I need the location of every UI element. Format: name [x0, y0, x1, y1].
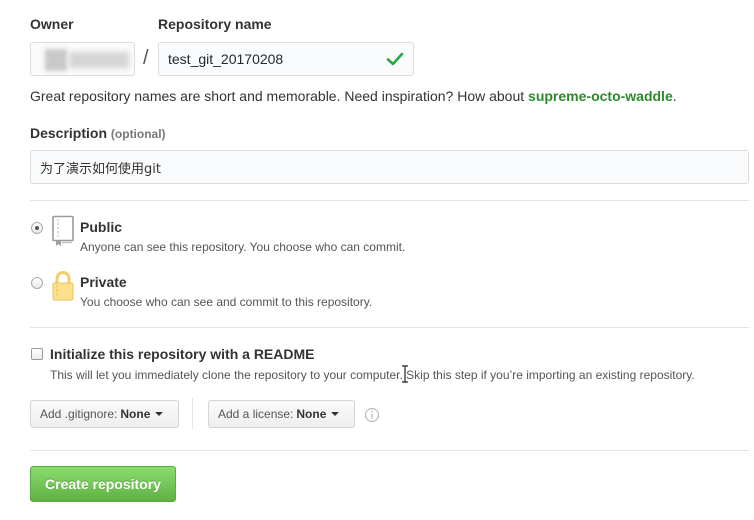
readme-checkbox[interactable] [31, 348, 43, 360]
hint-text: Great repository names are short and mem… [30, 88, 529, 104]
gitignore-dropdown[interactable]: Add .gitignore: None [30, 400, 179, 428]
private-option-title: Private [80, 274, 127, 290]
chevron-down-icon [155, 412, 164, 416]
lock-icon [52, 271, 74, 301]
divider [30, 327, 749, 328]
readme-option-description: This will let you immediately clone the … [50, 368, 695, 382]
private-option-description: You choose who can see and commit to thi… [80, 295, 373, 309]
divider [30, 200, 749, 201]
readme-option-title: Initialize this repository with a README [50, 346, 315, 362]
private-radio[interactable] [31, 277, 43, 289]
gitignore-value: None [120, 407, 151, 421]
description-label-text: Description [30, 125, 108, 141]
gitignore-prefix: Add .gitignore: [40, 407, 118, 421]
owner-label: Owner [30, 16, 74, 32]
hint-suffix: . [672, 88, 677, 104]
divider [30, 450, 749, 451]
license-dropdown[interactable]: Add a license: None [208, 400, 355, 428]
chevron-down-icon [331, 412, 340, 416]
repository-name-hint: Great repository names are short and mem… [30, 88, 677, 104]
info-icon[interactable] [364, 407, 380, 423]
repository-name-label: Repository name [158, 16, 272, 32]
description-label: Description (optional) [30, 125, 166, 141]
owner-name-redacted [69, 52, 129, 68]
license-value: None [296, 407, 327, 421]
owner-avatar [45, 49, 67, 71]
public-option-description: Anyone can see this repository. You choo… [80, 240, 406, 254]
optional-tag: (optional) [110, 127, 166, 141]
create-repository-button[interactable]: Create repository [30, 466, 176, 502]
vertical-divider [192, 398, 193, 429]
public-option-title: Public [80, 219, 123, 235]
text-cursor-icon [402, 365, 408, 383]
name-suggestion[interactable]: supreme-octo-waddle [528, 88, 673, 104]
license-prefix: Add a license: [218, 407, 294, 421]
book-icon [52, 215, 74, 246]
description-input[interactable] [30, 150, 749, 184]
owner-repo-separator: / [143, 47, 149, 69]
public-radio[interactable] [31, 222, 43, 234]
owner-select[interactable] [30, 42, 135, 76]
check-icon [386, 52, 404, 66]
repository-name-input[interactable] [158, 42, 414, 76]
